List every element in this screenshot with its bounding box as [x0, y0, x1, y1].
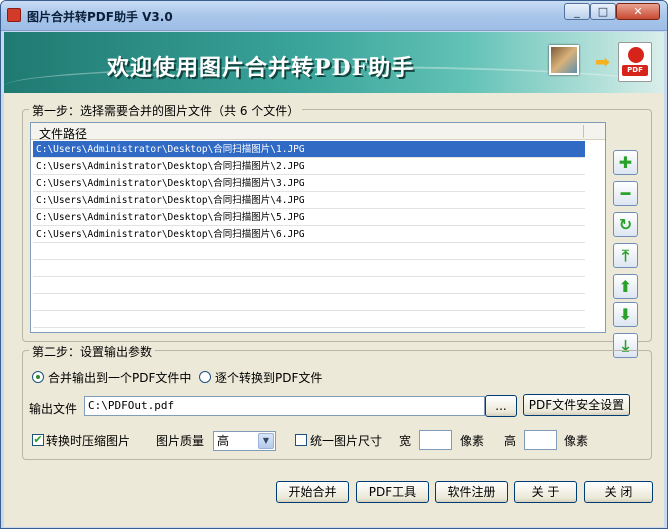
- pdf-security-button[interactable]: PDF文件安全设置: [523, 394, 630, 416]
- pdf-file-icon: PDF: [618, 42, 652, 82]
- client-area: 欢迎使用图片合并转PDF助手 ➡ PDF 第一步：选择需要合并的图片文件（共 6…: [4, 32, 664, 527]
- empty-list-row: [33, 277, 585, 294]
- width-input[interactable]: [419, 430, 452, 450]
- move-up-button[interactable]: ⬆: [613, 274, 638, 299]
- list-item[interactable]: C:\Users\Administrator\Desktop\合同扫描图片\6.…: [33, 226, 585, 243]
- step2-legend: 第二步：设置输出参数: [29, 343, 156, 360]
- radio-merge[interactable]: [32, 371, 44, 383]
- height-unit: 像素: [564, 434, 589, 448]
- compress-label[interactable]: 转换时压缩图片: [46, 432, 130, 449]
- add-icon: ✚: [618, 153, 633, 172]
- banner: 欢迎使用图片合并转PDF助手 ➡ PDF: [4, 32, 664, 93]
- move-top-icon: ⤒: [621, 246, 630, 265]
- empty-list-row: [33, 260, 585, 277]
- list-header[interactable]: 文件路径: [31, 123, 605, 141]
- quality-value: 高: [217, 434, 230, 448]
- list-item[interactable]: C:\Users\Administrator\Desktop\合同扫描图片\3.…: [33, 175, 585, 192]
- arrow-icon: ➡: [595, 52, 611, 73]
- close-window-button[interactable]: ✕: [616, 3, 660, 20]
- empty-list-row: [33, 243, 585, 260]
- app-window: 图片合并转PDF助手 V3.0 _ □ ✕ 欢迎使用图片合并转PDF助手 ➡ P…: [0, 0, 668, 529]
- welcome-text: 欢迎使用图片合并转PDF助手: [107, 55, 415, 81]
- step1-legend: 第一步：选择需要合并的图片文件（共 6 个文件）: [29, 102, 303, 119]
- register-button[interactable]: 软件注册: [435, 481, 508, 503]
- minimize-button[interactable]: _: [564, 3, 590, 20]
- pdf-badge: PDF: [622, 65, 648, 76]
- column-header-path: 文件路径: [39, 127, 88, 141]
- output-file-input[interactable]: C:\PDFOut.pdf: [84, 396, 485, 416]
- list-item[interactable]: C:\Users\Administrator\Desktop\合同扫描图片\2.…: [33, 158, 585, 175]
- refresh-button[interactable]: ↻: [613, 212, 638, 237]
- move-down-icon: ⬇: [618, 305, 633, 324]
- column-divider[interactable]: [583, 125, 584, 138]
- move-top-button[interactable]: ⤒: [613, 243, 638, 268]
- move-down-button[interactable]: ⬇: [613, 302, 638, 327]
- pdf-logo-mark: [628, 47, 644, 63]
- unify-size-label[interactable]: 统一图片尺寸: [310, 432, 382, 449]
- list-item[interactable]: C:\Users\Administrator\Desktop\合同扫描图片\1.…: [33, 141, 585, 158]
- title-bar[interactable]: 图片合并转PDF助手 V3.0 _ □ ✕: [1, 1, 667, 31]
- remove-icon: ━: [620, 184, 631, 203]
- pdf-tools-button[interactable]: PDF工具: [356, 481, 429, 503]
- image-icon: [549, 45, 579, 75]
- chevron-down-icon[interactable]: ▼: [258, 433, 274, 449]
- refresh-icon: ↻: [618, 215, 633, 234]
- close-button[interactable]: 关 闭: [584, 481, 653, 503]
- radio-each-label[interactable]: 逐个转换到PDF文件: [215, 369, 322, 386]
- empty-list-row: [33, 294, 585, 311]
- list-item[interactable]: C:\Users\Administrator\Desktop\合同扫描图片\5.…: [33, 209, 585, 226]
- quality-label: 图片质量: [156, 434, 205, 448]
- start-merge-button[interactable]: 开始合并: [276, 481, 349, 503]
- window-title: 图片合并转PDF助手 V3.0: [27, 10, 173, 24]
- width-label: 宽: [399, 434, 412, 448]
- width-unit: 像素: [460, 434, 485, 448]
- unify-size-checkbox[interactable]: [295, 434, 307, 446]
- radio-each[interactable]: [199, 371, 211, 383]
- output-file-label: 输出文件: [29, 402, 78, 416]
- browse-button[interactable]: ...: [485, 395, 517, 417]
- height-label: 高: [504, 434, 517, 448]
- maximize-button[interactable]: □: [590, 3, 616, 20]
- app-icon: [7, 8, 21, 22]
- list-item[interactable]: C:\Users\Administrator\Desktop\合同扫描图片\4.…: [33, 192, 585, 209]
- height-input[interactable]: [524, 430, 557, 450]
- quality-select[interactable]: 高 ▼: [213, 431, 276, 451]
- add-button[interactable]: ✚: [613, 150, 638, 175]
- remove-button[interactable]: ━: [613, 181, 638, 206]
- file-list[interactable]: 文件路径 C:\Users\Administrator\Desktop\合同扫描…: [30, 122, 606, 333]
- radio-merge-label[interactable]: 合并输出到一个PDF文件中: [48, 369, 191, 386]
- compress-checkbox[interactable]: ✔: [32, 434, 44, 446]
- about-button[interactable]: 关 于: [514, 481, 577, 503]
- move-up-icon: ⬆: [618, 277, 633, 296]
- empty-list-row: [33, 311, 585, 328]
